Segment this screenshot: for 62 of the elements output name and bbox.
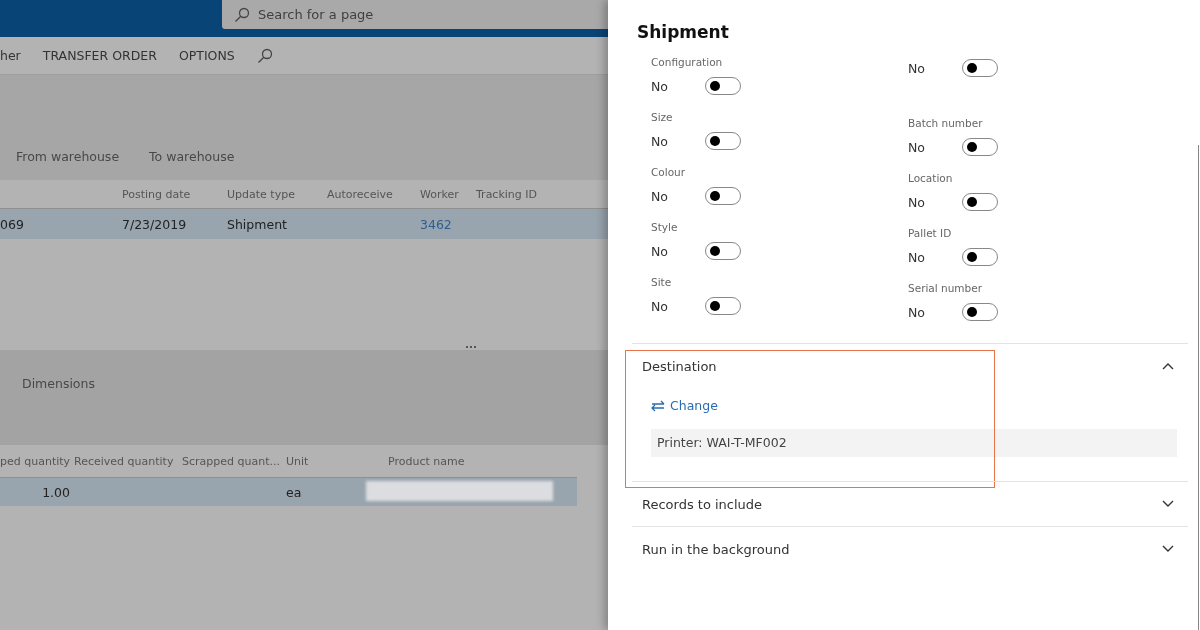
tab[interactable]: To warehouse [149, 149, 235, 164]
toggle-value: No [908, 249, 926, 265]
field-label: Configuration [651, 55, 724, 70]
column-header[interactable]: Scrapped quant... [182, 454, 282, 468]
field-label: Site [651, 275, 673, 290]
table-row[interactable]: 1.00 ea [0, 478, 577, 506]
toggle-value: No [651, 78, 669, 94]
toggle-value: No [908, 139, 926, 155]
field-label: Pallet ID [908, 226, 953, 241]
section-header[interactable]: Records to include [632, 482, 1188, 526]
field-label: Batch number [908, 116, 984, 131]
section-header[interactable]: Run in the background [632, 527, 1188, 571]
toggle-value: No [651, 133, 669, 149]
menu-item[interactable]: her [0, 48, 21, 63]
column-header[interactable]: Update type [227, 187, 327, 201]
table-cell-text: 7/23/2019 [122, 216, 188, 232]
toggle-switch[interactable] [705, 77, 741, 95]
toggle-switch[interactable] [705, 297, 741, 315]
toggle-value: No [908, 194, 926, 210]
search-field[interactable]: Search for a page [222, 0, 608, 29]
search-icon[interactable] [256, 47, 273, 64]
field-label: Serial number [908, 281, 984, 296]
worker-link[interactable]: 3462 [420, 216, 476, 232]
toggle-switch[interactable] [962, 248, 998, 266]
table-cell-text: Shipment [227, 216, 288, 232]
column-header[interactable]: Posting date [122, 187, 227, 201]
toggle-value: No [651, 243, 669, 259]
toggle-switch[interactable] [962, 138, 998, 156]
column-header[interactable]: Received quantity [74, 454, 178, 468]
field-label: Colour [651, 165, 687, 180]
toggle-switch[interactable] [705, 132, 741, 150]
tab[interactable]: From warehouse [16, 149, 120, 164]
panel-title: Shipment [637, 22, 730, 42]
toggle-switch[interactable] [962, 193, 998, 211]
tab[interactable]: Dimensions [22, 376, 95, 391]
table-row[interactable]: 069 7/23/2019 Shipment 3462 [0, 209, 608, 239]
column-header[interactable]: ped quantity [0, 454, 70, 468]
menu-item[interactable]: OPTIONS [178, 48, 235, 63]
toggle-value: No [908, 60, 926, 76]
printer-field[interactable]: Printer: WAI-T-MF002 [651, 429, 1177, 457]
toggle-value: No [651, 298, 669, 314]
field-label: Size [651, 110, 674, 125]
column-header[interactable]: Tracking ID [476, 187, 556, 201]
change-link[interactable]: Change [651, 398, 718, 413]
swap-arrows-icon [651, 399, 665, 412]
table-cell-text: 069 [0, 216, 25, 232]
column-header[interactable]: Worker [420, 187, 476, 201]
toggle-switch[interactable] [962, 303, 998, 321]
toggle-value: No [651, 188, 669, 204]
toggle-switch[interactable] [705, 242, 741, 260]
column-header[interactable]: Unit [286, 454, 384, 468]
toggle-switch[interactable] [705, 187, 741, 205]
menu-item[interactable]: TRANSFER ORDER [42, 48, 157, 63]
table-cell-text: 1.00 [41, 484, 70, 500]
toggle-switch[interactable] [962, 59, 998, 77]
column-header[interactable]: Product name [388, 454, 488, 468]
section-header[interactable]: Destination [632, 344, 1188, 388]
field-label: Style [651, 220, 679, 235]
toggle-value: No [908, 304, 926, 320]
table-cell-text: ea [286, 484, 303, 500]
field-label: Location [908, 171, 954, 186]
column-header[interactable]: Autoreceive [327, 187, 420, 201]
